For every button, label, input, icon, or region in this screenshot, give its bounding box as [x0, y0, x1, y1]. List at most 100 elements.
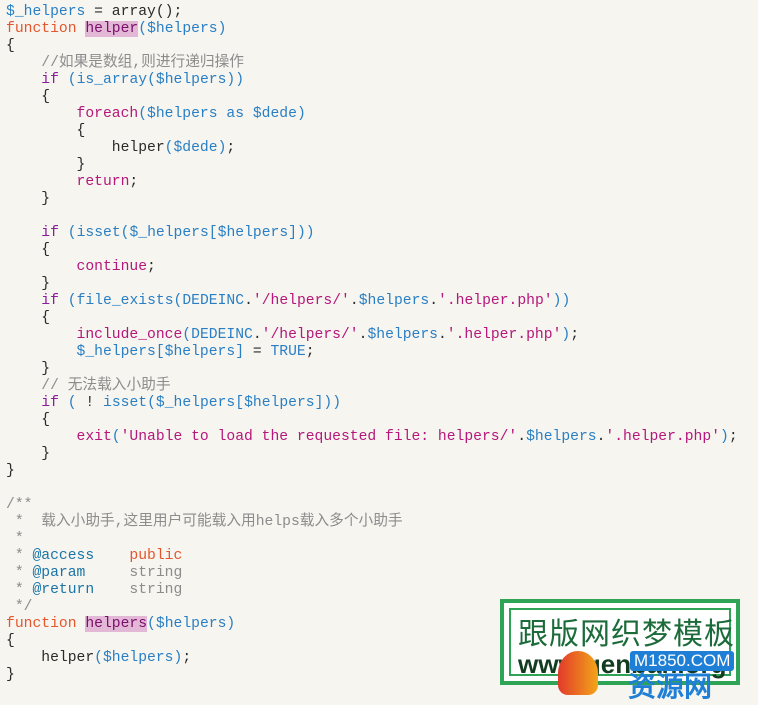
code-line[interactable]: $_helpers[$helpers] = TRUE;: [6, 344, 738, 361]
code-token: }: [6, 157, 86, 173]
code-line[interactable]: [6, 480, 738, 497]
code-line[interactable]: return;: [6, 174, 738, 191]
code-token: ): [720, 429, 729, 445]
code-token: (: [147, 72, 156, 88]
code-line[interactable]: continue;: [6, 259, 738, 276]
code-token: $helpers: [367, 327, 438, 343]
code-token: *: [6, 582, 33, 598]
code-token: helper: [6, 140, 165, 156]
code-token: (: [147, 395, 156, 411]
code-token: ): [217, 21, 227, 37]
code-token: [: [235, 395, 245, 411]
code-token: ;: [129, 174, 139, 190]
code-line[interactable]: include_once(DEDEINC.'/helpers/'.$helper…: [6, 327, 738, 344]
code-line[interactable]: // 无法载入小助手: [6, 378, 738, 395]
code-token: )): [226, 72, 245, 88]
code-line[interactable]: //如果是数组,则进行递归操作: [6, 55, 738, 72]
code-token: (: [67, 395, 77, 411]
code-line[interactable]: {: [6, 38, 738, 55]
code-token: 'Unable to load the requested file: help…: [120, 429, 518, 445]
code-line[interactable]: }: [6, 463, 738, 480]
code-token: $helpers: [155, 72, 227, 88]
watermark-mark-icon: [558, 651, 598, 695]
code-token: ;: [728, 429, 738, 445]
code-line[interactable]: foreach($helpers as $dede): [6, 106, 738, 123]
code-token: (: [67, 72, 77, 88]
code-line[interactable]: function helper($helpers): [6, 21, 738, 38]
code-token: if: [41, 72, 59, 88]
code-line[interactable]: helper($dede);: [6, 140, 738, 157]
code-token: $_helpers: [155, 395, 236, 411]
code-token: file_exists: [76, 293, 174, 309]
code-token: ]: [235, 344, 245, 360]
code-token: as: [226, 106, 245, 122]
code-line[interactable]: }: [6, 276, 738, 293]
code-token: /**: [6, 497, 33, 513]
search-highlight: helper: [85, 21, 139, 37]
code-line[interactable]: }: [6, 157, 738, 174]
code-token: $_helpers: [6, 4, 86, 20]
code-token: $_helpers: [129, 225, 209, 241]
code-token: '.helper.php': [605, 429, 721, 445]
code-line[interactable]: * @return string: [6, 582, 738, 599]
code-line[interactable]: {: [6, 310, 738, 327]
code-token: DEDEINC: [182, 293, 245, 309]
code-line[interactable]: $_helpers = array();: [6, 4, 738, 21]
code-token: $helpers: [155, 616, 227, 632]
code-token: function: [6, 616, 77, 632]
code-token: .: [349, 293, 359, 309]
code-token: if: [41, 225, 59, 241]
code-token: *: [6, 548, 33, 564]
code-line[interactable]: [6, 208, 738, 225]
code-token: }: [6, 361, 51, 377]
code-token: '.helper.php': [438, 293, 553, 309]
code-token: ])): [314, 395, 342, 411]
code-token: $helpers: [358, 293, 430, 309]
code-line[interactable]: }: [6, 191, 738, 208]
code-line[interactable]: *: [6, 531, 738, 548]
code-token: is_array: [76, 72, 148, 88]
code-line[interactable]: {: [6, 412, 738, 429]
code-token: string: [85, 565, 183, 581]
code-token: {: [6, 242, 51, 258]
code-token: $dede: [173, 140, 218, 156]
code-line[interactable]: /**: [6, 497, 738, 514]
watermark-logo: 跟版网织梦模板 www.genban.org M1850.COM 资源网: [500, 599, 748, 703]
code-token: ): [561, 327, 571, 343]
code-line[interactable]: * @param string: [6, 565, 738, 582]
code-token: '/helpers/': [261, 327, 359, 343]
code-token: isset: [76, 225, 121, 241]
code-token: $helpers: [147, 21, 218, 37]
code-token: ;: [147, 259, 156, 275]
code-line[interactable]: if ( ! isset($_helpers[$helpers])): [6, 395, 738, 412]
code-token: (: [67, 293, 77, 309]
code-line[interactable]: }: [6, 361, 738, 378]
code-token: ;: [226, 140, 236, 156]
code-line[interactable]: {: [6, 242, 738, 259]
code-editor[interactable]: $_helpers = array(); function helper($hel…: [6, 4, 738, 684]
code-line[interactable]: }: [6, 446, 738, 463]
code-line[interactable]: * 载入小助手,这里用户可能载入用helps载入多个小助手: [6, 514, 738, 531]
code-token: $_helpers: [76, 344, 156, 360]
code-token: ): [296, 106, 306, 122]
code-line[interactable]: * @access public: [6, 548, 738, 565]
code-line[interactable]: {: [6, 123, 738, 140]
code-line[interactable]: if (isset($_helpers[$helpers])): [6, 225, 738, 242]
code-token: */: [6, 599, 33, 615]
code-line[interactable]: exit('Unable to load the requested file:…: [6, 429, 738, 446]
code-line[interactable]: if (file_exists(DEDEINC.'/helpers/'.$hel…: [6, 293, 738, 310]
code-line[interactable]: {: [6, 89, 738, 106]
code-token: (: [138, 21, 148, 37]
code-token: }: [6, 276, 51, 292]
code-token: = array();: [85, 4, 183, 20]
code-line[interactable]: if (is_array($helpers)): [6, 72, 738, 89]
code-token: ;: [182, 650, 192, 666]
